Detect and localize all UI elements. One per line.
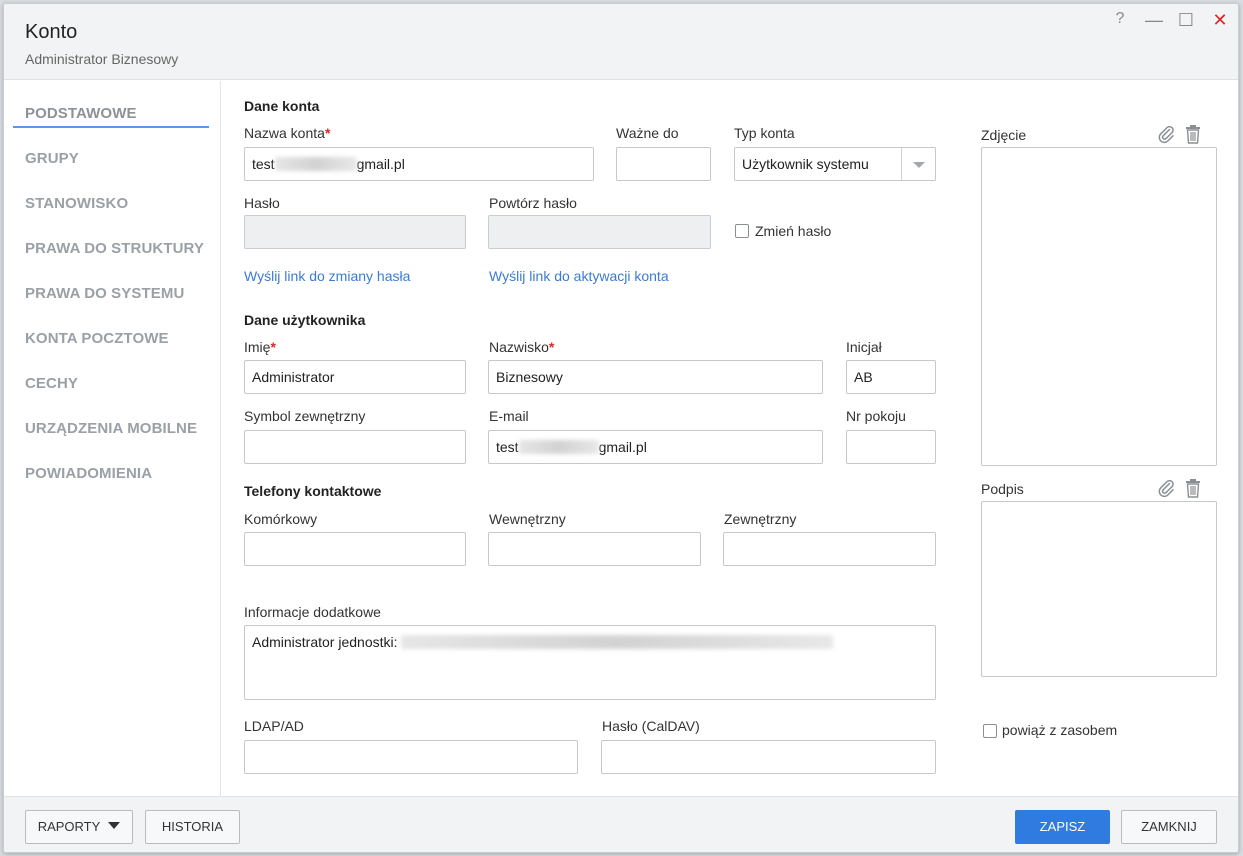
active-nav-indicator bbox=[13, 126, 209, 128]
password-label: Hasło bbox=[244, 195, 280, 211]
valid-until-input[interactable] bbox=[616, 147, 711, 181]
repeat-password-label: Powtórz hasło bbox=[489, 195, 577, 211]
link-resource-label[interactable]: powiąż z zasobem bbox=[1002, 722, 1117, 738]
additional-info-label: Informacje dodatkowe bbox=[244, 604, 381, 620]
room-number-input[interactable] bbox=[846, 430, 936, 464]
account-name-input[interactable]: test gmail.pl bbox=[244, 147, 594, 181]
nav-item-prawa-do-struktury[interactable]: PRAWA DO STRUKTURY bbox=[25, 240, 204, 257]
dialog-subtitle: Administrator Biznesowy bbox=[25, 51, 179, 67]
mobile-phone-input[interactable] bbox=[244, 532, 466, 566]
dialog-header: Konto Administrator Biznesowy ? — ☐ ✕ bbox=[4, 4, 1238, 80]
external-phone-label: Zewnętrzny bbox=[724, 511, 797, 527]
initials-input[interactable]: AB bbox=[846, 360, 936, 394]
nav-item-grupy[interactable]: GRUPY bbox=[25, 150, 79, 167]
change-password-label[interactable]: Zmień hasło bbox=[755, 223, 831, 239]
caldav-password-input[interactable] bbox=[601, 740, 936, 774]
sidebar-nav: PODSTAWOWE GRUPY STANOWISKO PRAWA DO STR… bbox=[4, 81, 221, 796]
caldav-password-label: Hasło (CalDAV) bbox=[602, 718, 700, 734]
photo-label: Zdjęcie bbox=[981, 127, 1027, 143]
reports-button[interactable]: RAPORTY bbox=[25, 810, 133, 844]
delete-signature-icon[interactable] bbox=[1184, 478, 1204, 498]
change-password-checkbox[interactable] bbox=[735, 224, 749, 238]
send-password-reset-link[interactable]: Wyślij link do zmiany hasła bbox=[244, 268, 410, 284]
email-input[interactable]: test gmail.pl bbox=[488, 430, 823, 464]
mobile-phone-label: Komórkowy bbox=[244, 511, 318, 527]
save-button[interactable]: ZAPISZ bbox=[1015, 810, 1110, 844]
last-name-input[interactable]: Biznesowy bbox=[488, 360, 823, 394]
nav-item-podstawowe[interactable]: PODSTAWOWE bbox=[25, 105, 137, 122]
email-label: E-mail bbox=[489, 408, 529, 424]
section-account-title: Dane konta bbox=[244, 98, 320, 114]
account-type-select[interactable]: Użytkownik systemu bbox=[734, 147, 936, 181]
nav-item-urzadzenia-mobilne[interactable]: URZĄDZENIA MOBILNE bbox=[25, 420, 197, 437]
caret-down-icon bbox=[108, 822, 121, 829]
external-symbol-input[interactable] bbox=[244, 430, 466, 464]
photo-dropzone[interactable] bbox=[981, 147, 1217, 466]
send-activation-link[interactable]: Wyślij link do aktywacji konta bbox=[489, 268, 669, 284]
minimize-icon[interactable]: — bbox=[1144, 10, 1164, 31]
attach-signature-icon[interactable] bbox=[1156, 478, 1176, 498]
last-name-label: Nazwisko* bbox=[489, 339, 555, 355]
chevron-down-icon[interactable] bbox=[901, 148, 935, 180]
valid-until-label: Ważne do bbox=[616, 125, 679, 141]
attach-photo-icon[interactable] bbox=[1156, 124, 1176, 144]
section-user-title: Dane użytkownika bbox=[244, 312, 366, 328]
nav-item-konta-pocztowe[interactable]: KONTA POCZTOWE bbox=[25, 330, 169, 347]
history-button[interactable]: HISTORIA bbox=[145, 810, 240, 844]
initials-label: Inicjał bbox=[846, 339, 882, 355]
room-number-label: Nr pokoju bbox=[846, 408, 906, 424]
signature-dropzone[interactable] bbox=[981, 501, 1217, 677]
ldap-label: LDAP/AD bbox=[244, 718, 304, 734]
close-icon[interactable]: ✕ bbox=[1210, 10, 1230, 31]
dialog-footer: RAPORTY HISTORIA ZAPISZ ZAMKNIJ bbox=[4, 796, 1238, 852]
help-icon[interactable]: ? bbox=[1110, 10, 1130, 28]
ldap-input[interactable] bbox=[244, 740, 578, 774]
delete-photo-icon[interactable] bbox=[1184, 124, 1204, 144]
section-phones-title: Telefony kontaktowe bbox=[244, 483, 382, 499]
account-type-label: Typ konta bbox=[734, 125, 795, 141]
dialog-title: Konto bbox=[25, 21, 78, 43]
signature-label: Podpis bbox=[981, 481, 1024, 497]
nav-item-prawa-do-systemu[interactable]: PRAWA DO SYSTEMU bbox=[25, 285, 184, 302]
nav-item-stanowisko[interactable]: STANOWISKO bbox=[25, 195, 128, 212]
link-resource-checkbox[interactable] bbox=[983, 724, 997, 738]
first-name-input[interactable]: Administrator bbox=[244, 360, 466, 394]
account-type-value: Użytkownik systemu bbox=[742, 156, 869, 172]
first-name-label: Imię* bbox=[244, 339, 276, 355]
additional-info-textarea[interactable]: Administrator jednostki: bbox=[244, 625, 936, 700]
password-input bbox=[244, 215, 466, 249]
close-button[interactable]: ZAMKNIJ bbox=[1121, 810, 1217, 844]
external-phone-input[interactable] bbox=[723, 532, 936, 566]
repeat-password-input bbox=[488, 215, 711, 249]
account-dialog: Konto Administrator Biznesowy ? — ☐ ✕ PO… bbox=[3, 3, 1239, 853]
internal-phone-input[interactable] bbox=[488, 532, 701, 566]
nav-item-cechy[interactable]: CECHY bbox=[25, 375, 78, 392]
external-symbol-label: Symbol zewnętrzny bbox=[244, 408, 366, 424]
nav-item-powiadomienia[interactable]: POWIADOMIENIA bbox=[25, 465, 152, 482]
maximize-icon[interactable]: ☐ bbox=[1176, 10, 1196, 31]
internal-phone-label: Wewnętrzny bbox=[489, 511, 566, 527]
account-name-label: Nazwa konta* bbox=[244, 125, 331, 141]
